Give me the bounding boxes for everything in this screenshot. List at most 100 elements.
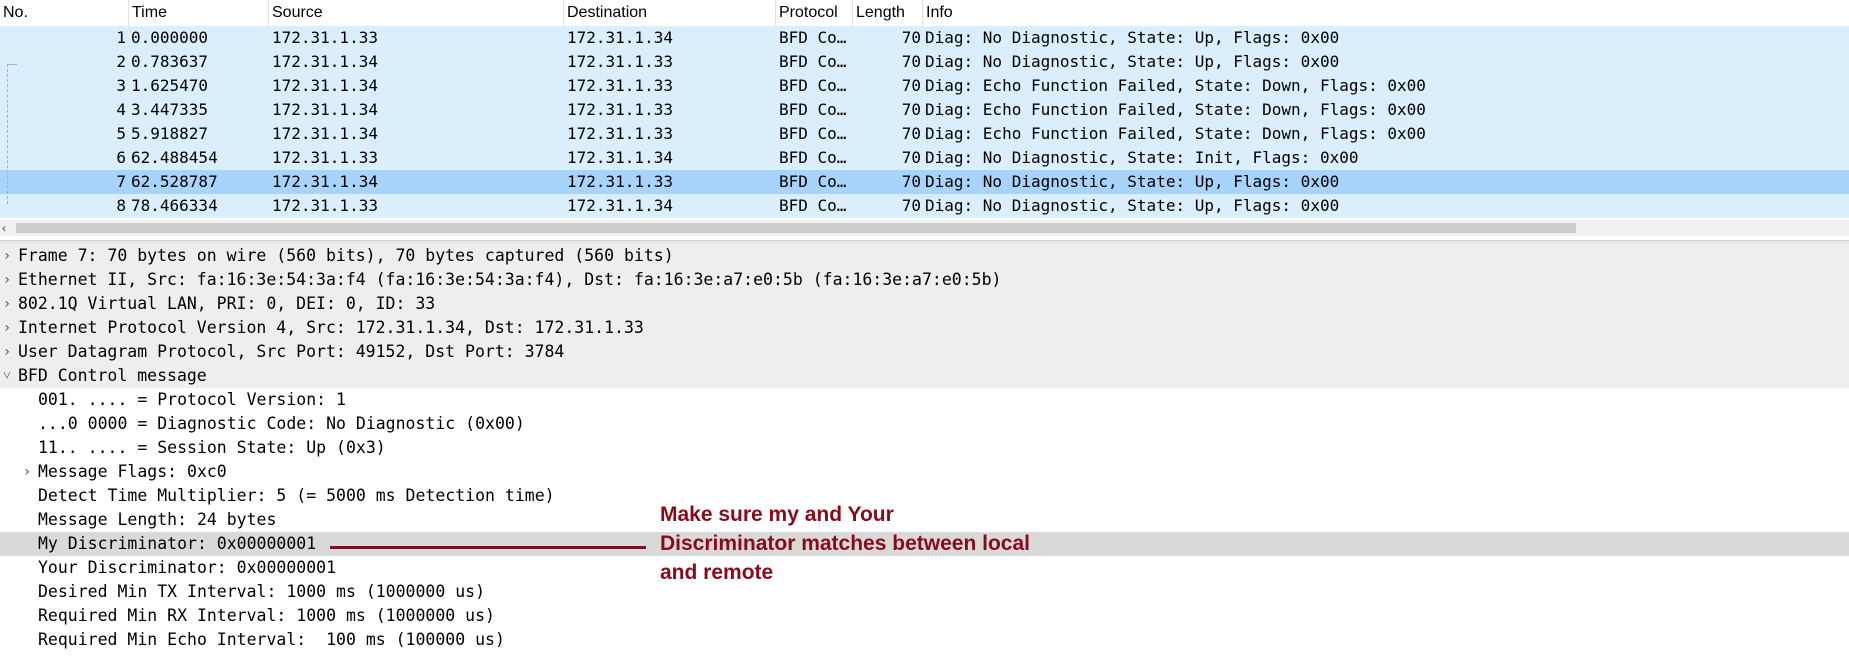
detail-field[interactable]: Required Min RX Interval: 1000 ms (10000… xyxy=(0,604,1849,628)
column-header-source[interactable]: Source xyxy=(269,0,564,26)
annotation-line: Make sure my and Your xyxy=(660,503,894,526)
packet-info: Diag: No Diagnostic, State: Up, Flags: 0… xyxy=(925,52,1340,71)
detail-text: ...0 0000 = Diagnostic Code: No Diagnost… xyxy=(38,414,525,433)
packet-time: 0.000000 xyxy=(131,28,209,47)
packet-protocol: BFD Co… xyxy=(779,172,847,191)
packet-protocol: BFD Co… xyxy=(779,196,847,215)
chevron-right-icon[interactable]: › xyxy=(1,340,13,364)
packet-protocol: BFD Co… xyxy=(779,100,847,119)
column-header-destination[interactable]: Destination xyxy=(564,0,776,26)
detail-section[interactable]: › Ethernet II, Src: fa:16:3e:54:3a:f4 (fa… xyxy=(0,268,1849,292)
detail-text: My Discriminator: 0x00000001 xyxy=(38,534,317,553)
column-header-info[interactable]: Info xyxy=(923,0,1849,26)
detail-text: Required Min Echo Interval: 100 ms (1000… xyxy=(38,630,505,649)
packet-info: Diag: No Diagnostic, State: Up, Flags: 0… xyxy=(925,28,1340,47)
packet-destination: 172.31.1.33 xyxy=(567,124,673,143)
detail-text: User Datagram Protocol, Src Port: 49152,… xyxy=(18,342,565,361)
annotation-callout: Make sure my and Your Discriminator matc… xyxy=(660,500,1090,587)
packet-destination: 172.31.1.33 xyxy=(567,100,673,119)
packet-row[interactable]: 3 1.625470 172.31.1.34 172.31.1.33 BFD Co… 70… xyxy=(0,74,1849,98)
detail-text: Internet Protocol Version 4, Src: 172.31… xyxy=(18,318,644,337)
chevron-right-icon[interactable]: › xyxy=(1,268,13,292)
detail-field[interactable]: 11.. .... = Session State: Up (0x3) xyxy=(0,436,1849,460)
chevron-right-icon[interactable]: › xyxy=(1,292,13,316)
chevron-right-icon[interactable]: › xyxy=(21,460,33,484)
packet-destination: 172.31.1.33 xyxy=(567,76,673,95)
packet-length: 70 xyxy=(901,76,921,95)
column-header-length[interactable]: Length xyxy=(853,0,923,26)
packet-protocol: BFD Co… xyxy=(779,124,847,143)
packet-time: 0.783637 xyxy=(131,52,209,71)
detail-field[interactable]: › Message Flags: 0xc0 xyxy=(0,460,1849,484)
detail-section[interactable]: › 802.1Q Virtual LAN, PRI: 0, DEI: 0, ID:… xyxy=(0,292,1849,316)
detail-text: Required Min RX Interval: 1000 ms (10000… xyxy=(38,606,495,625)
annotation-line: and remote xyxy=(660,561,774,584)
packet-source: 172.31.1.33 xyxy=(272,28,378,47)
detail-text: 001. .... = Protocol Version: 1 xyxy=(38,390,346,409)
chevron-down-icon[interactable]: ˅ xyxy=(1,364,13,388)
packet-row[interactable]: 1 0.000000 172.31.1.33 172.31.1.34 BFD Co… 70… xyxy=(0,26,1849,50)
packet-length: 70 xyxy=(901,124,921,143)
packet-source: 172.31.1.34 xyxy=(272,76,378,95)
detail-section[interactable]: › User Datagram Protocol, Src Port: 49152… xyxy=(0,340,1849,364)
packet-length: 70 xyxy=(901,100,921,119)
detail-section[interactable]: › Frame 7: 70 bytes on wire (560 bits), 7… xyxy=(0,244,1849,268)
packet-destination: 172.31.1.34 xyxy=(567,196,673,215)
packet-row[interactable]: 5 5.918827 172.31.1.34 172.31.1.33 BFD Co… 70… xyxy=(0,122,1849,146)
column-header-no[interactable]: No. xyxy=(0,0,129,26)
packet-source: 172.31.1.34 xyxy=(272,52,378,71)
packet-info: Diag: No Diagnostic, State: Init, Flags:… xyxy=(925,148,1359,167)
scrollbar-thumb[interactable] xyxy=(16,223,1576,233)
horizontal-scrollbar[interactable]: ‹ xyxy=(0,220,1849,236)
packet-number: 5 xyxy=(116,124,126,143)
packet-details-tree[interactable]: › Frame 7: 70 bytes on wire (560 bits), 7… xyxy=(0,244,1849,657)
packet-time: 5.918827 xyxy=(131,124,209,143)
conversation-line-start xyxy=(7,64,17,65)
packet-rows: 1 0.000000 172.31.1.33 172.31.1.34 BFD Co… 70… xyxy=(0,26,1849,218)
packet-protocol: BFD Co… xyxy=(779,148,847,167)
packet-protocol: BFD Co… xyxy=(779,28,847,47)
packet-number: 3 xyxy=(116,76,126,95)
detail-section[interactable]: › Internet Protocol Version 4, Src: 172.3… xyxy=(0,316,1849,340)
packet-source: 172.31.1.34 xyxy=(272,100,378,119)
packet-length: 70 xyxy=(901,28,921,47)
packet-info: Diag: Echo Function Failed, State: Down,… xyxy=(925,76,1426,95)
detail-section[interactable]: ˅ BFD Control message xyxy=(0,364,1849,388)
packet-time: 78.466334 xyxy=(131,196,218,215)
packet-row[interactable]: 2 0.783637 172.31.1.34 172.31.1.33 BFD Co… 70… xyxy=(0,50,1849,74)
detail-field[interactable]: Required Min Echo Interval: 100 ms (1000… xyxy=(0,628,1849,652)
packet-row[interactable]: 8 78.466334 172.31.1.33 172.31.1.34 BFD Co… 7… xyxy=(0,194,1849,218)
detail-field[interactable]: 001. .... = Protocol Version: 1 xyxy=(0,388,1849,412)
packet-number: 8 xyxy=(116,196,126,215)
packet-row[interactable]: 4 3.447335 172.31.1.34 172.31.1.33 BFD Co… 70… xyxy=(0,98,1849,122)
packet-time: 3.447335 xyxy=(131,100,209,119)
detail-text: Your Discriminator: 0x00000001 xyxy=(38,558,337,577)
detail-text: Detect Time Multiplier: 5 (= 5000 ms Det… xyxy=(38,486,555,505)
scroll-left-arrow-icon[interactable]: ‹ xyxy=(2,220,6,236)
detail-text: 11.. .... = Session State: Up (0x3) xyxy=(38,438,386,457)
packet-time: 62.528787 xyxy=(131,172,218,191)
packet-destination: 172.31.1.33 xyxy=(567,172,673,191)
detail-text: 802.1Q Virtual LAN, PRI: 0, DEI: 0, ID: … xyxy=(18,294,436,313)
detail-text: Message Flags: 0xc0 xyxy=(38,462,227,481)
packet-source: 172.31.1.33 xyxy=(272,148,378,167)
packet-info: Diag: No Diagnostic, State: Up, Flags: 0… xyxy=(925,172,1340,191)
packet-row[interactable]: 7 62.528787 172.31.1.34 172.31.1.33 BFD Co… 7… xyxy=(0,170,1849,194)
detail-field[interactable]: ...0 0000 = Diagnostic Code: No Diagnost… xyxy=(0,412,1849,436)
packet-protocol: BFD Co… xyxy=(779,52,847,71)
packet-list[interactable]: No. Time Source Destination Protocol Len… xyxy=(0,0,1849,236)
chevron-right-icon[interactable]: › xyxy=(1,244,13,268)
chevron-right-icon[interactable]: › xyxy=(1,316,13,340)
packet-length: 70 xyxy=(901,196,921,215)
column-header-time[interactable]: Time xyxy=(129,0,269,26)
conversation-line xyxy=(7,64,8,204)
packet-length: 70 xyxy=(901,52,921,71)
detail-text: BFD Control message xyxy=(18,366,207,385)
packet-number: 2 xyxy=(116,52,126,71)
packet-row[interactable]: 6 62.488454 172.31.1.33 172.31.1.34 BFD Co… 7… xyxy=(0,146,1849,170)
column-header-protocol[interactable]: Protocol xyxy=(776,0,853,26)
packet-number: 4 xyxy=(116,100,126,119)
packet-destination: 172.31.1.33 xyxy=(567,52,673,71)
packet-source: 172.31.1.34 xyxy=(272,124,378,143)
packet-number: 6 xyxy=(116,148,126,167)
